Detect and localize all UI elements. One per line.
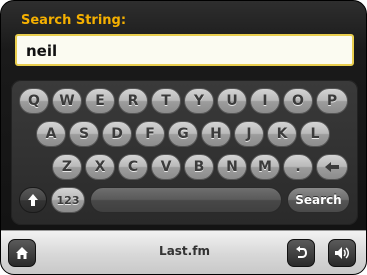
key-u[interactable]: U <box>217 88 247 114</box>
key-w[interactable]: W <box>52 88 82 114</box>
left-arrow-icon <box>325 162 339 172</box>
key-q[interactable]: Q <box>19 88 49 114</box>
up-arrow-icon <box>28 194 38 206</box>
key-m[interactable]: M <box>250 154 280 180</box>
key-t[interactable]: T <box>151 88 181 114</box>
key-e[interactable]: E <box>85 88 115 114</box>
key-j[interactable]: J <box>234 121 264 147</box>
key-c[interactable]: C <box>118 154 148 180</box>
key-p[interactable]: P <box>316 88 348 114</box>
key-v[interactable]: V <box>151 154 181 180</box>
key-i[interactable]: I <box>250 88 280 114</box>
key-z[interactable]: Z <box>52 154 82 180</box>
key-b[interactable]: B <box>184 154 214 180</box>
key-s[interactable]: S <box>69 121 99 147</box>
volume-icon <box>335 247 349 259</box>
search-input-value: neil <box>26 42 58 60</box>
key-x[interactable]: X <box>85 154 115 180</box>
key-h[interactable]: H <box>201 121 231 147</box>
volume-button[interactable] <box>328 239 356 267</box>
key-d[interactable]: D <box>102 121 132 147</box>
back-button[interactable] <box>287 239 315 267</box>
device-screen: Search String: neil Q W E R T Y U I O P … <box>0 0 367 275</box>
numbers-key[interactable]: 123 <box>51 187 85 213</box>
key-l[interactable]: L <box>300 121 330 147</box>
key-n[interactable]: N <box>217 154 247 180</box>
onscreen-keyboard: Q W E R T Y U I O P A S D F G H J K L Z … <box>11 80 358 225</box>
back-icon <box>296 246 307 258</box>
page-title: Search String: <box>21 13 127 28</box>
search-button[interactable]: Search <box>287 187 350 213</box>
key-period[interactable]: . <box>283 154 313 180</box>
bottom-bar: Last.fm <box>1 230 366 274</box>
space-key[interactable] <box>90 187 282 213</box>
key-o[interactable]: O <box>283 88 313 114</box>
key-r[interactable]: R <box>118 88 148 114</box>
search-input[interactable]: neil <box>15 34 354 66</box>
key-g[interactable]: G <box>168 121 198 147</box>
backspace-key[interactable] <box>316 154 348 180</box>
key-f[interactable]: F <box>135 121 165 147</box>
key-a[interactable]: A <box>36 121 66 147</box>
shift-key[interactable] <box>19 187 47 213</box>
key-k[interactable]: K <box>267 121 297 147</box>
key-y[interactable]: Y <box>184 88 214 114</box>
